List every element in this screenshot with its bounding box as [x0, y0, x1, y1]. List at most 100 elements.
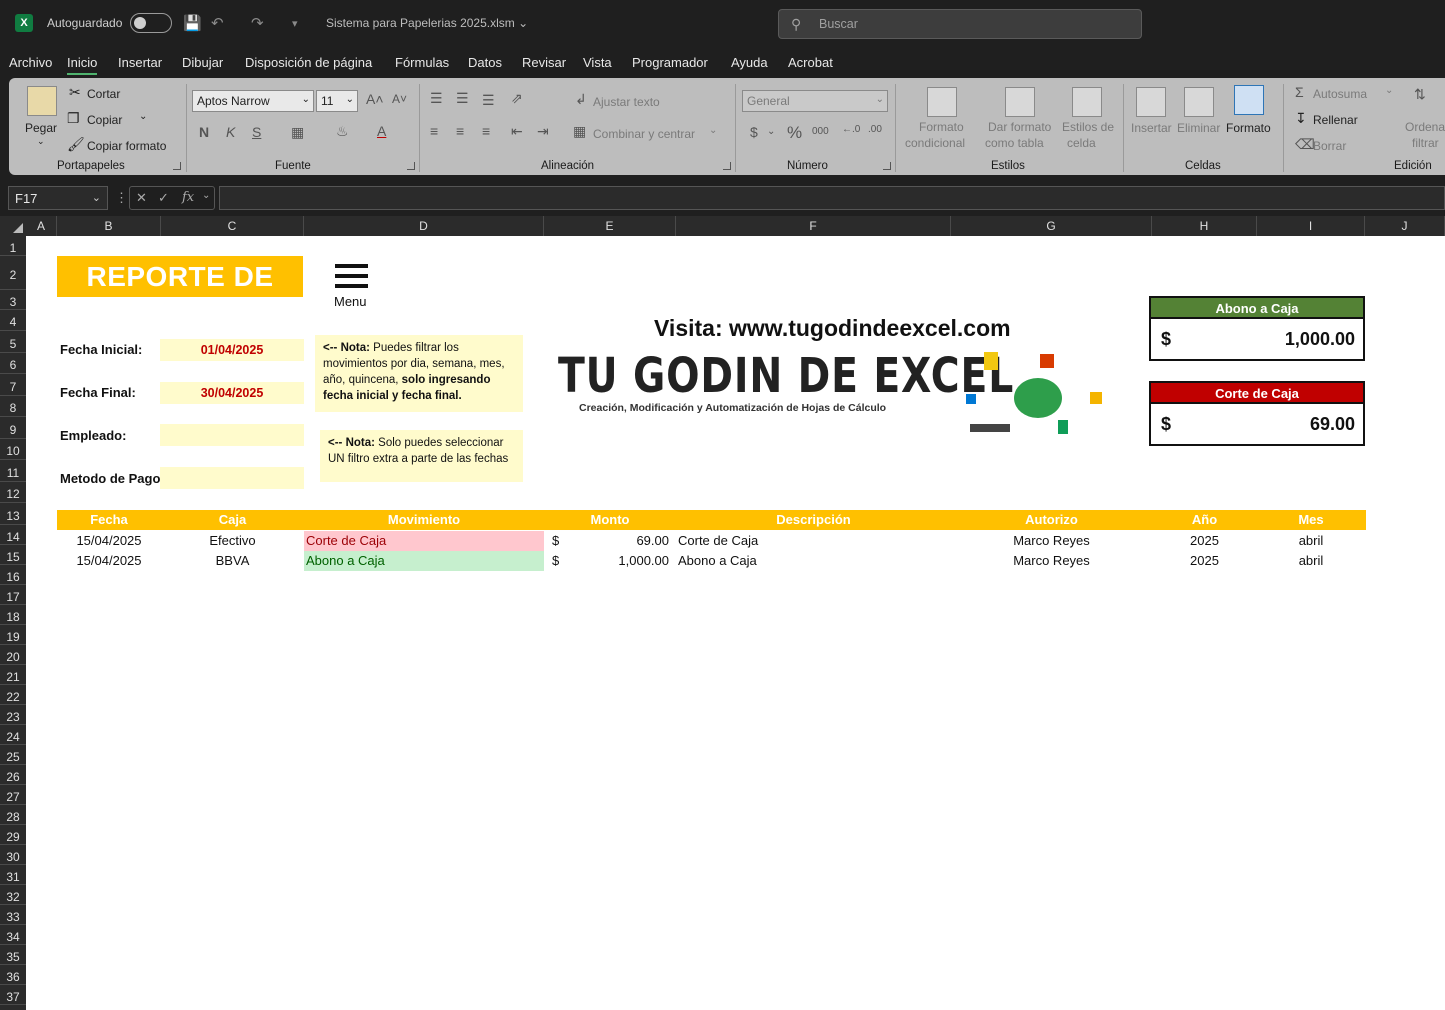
cancel-icon[interactable]: ✕: [136, 190, 147, 206]
orientation-icon[interactable]: ⇗: [511, 90, 523, 107]
row-header[interactable]: 32: [0, 885, 26, 905]
column-header[interactable]: F: [676, 216, 951, 236]
row-header[interactable]: 5: [0, 331, 26, 353]
column-header[interactable]: B: [57, 216, 161, 236]
cell-anio[interactable]: 2025: [1152, 551, 1257, 571]
increase-indent-icon[interactable]: ⇥: [537, 123, 549, 140]
row-header[interactable]: 27: [0, 785, 26, 805]
menu-icon[interactable]: [335, 264, 368, 294]
font-name-select[interactable]: Aptos Narrow ⌄: [192, 90, 314, 112]
row-header[interactable]: 15: [0, 545, 26, 565]
insert-cells-button[interactable]: Insertar: [1131, 121, 1172, 135]
copy-dropdown-icon[interactable]: ⌄: [139, 111, 147, 122]
row-header[interactable]: 4: [0, 310, 26, 331]
row-header[interactable]: 37: [0, 985, 26, 1005]
row-header[interactable]: 1: [0, 236, 26, 256]
row-header[interactable]: 35: [0, 945, 26, 965]
table-row[interactable]: 15/04/2025 BBVA Abono a Caja $ 1,000.00 …: [57, 551, 1366, 571]
copy-button[interactable]: Copiar: [87, 113, 122, 127]
customize-toolbar-icon[interactable]: ▾: [292, 17, 298, 30]
cell-autorizo[interactable]: Marco Reyes: [951, 531, 1152, 551]
decrease-indent-icon[interactable]: ⇤: [511, 123, 523, 140]
merge-dropdown-icon[interactable]: ⌄: [709, 125, 717, 136]
row-header[interactable]: 6: [0, 353, 26, 374]
cell-styles-icon[interactable]: [1072, 87, 1102, 117]
portapapeles-launcher-icon[interactable]: [173, 162, 181, 170]
align-right-icon[interactable]: ≡: [482, 123, 490, 139]
tab-programador[interactable]: Programador: [632, 55, 708, 70]
row-header[interactable]: 26: [0, 765, 26, 785]
th-monto[interactable]: Monto: [544, 510, 676, 530]
numero-launcher-icon[interactable]: [883, 162, 891, 170]
tab-datos[interactable]: Datos: [468, 55, 502, 70]
row-header[interactable]: 17: [0, 585, 26, 605]
sort-filter-label-1[interactable]: Ordena: [1405, 120, 1445, 134]
row-header[interactable]: 30: [0, 845, 26, 865]
column-header[interactable]: E: [544, 216, 676, 236]
insert-function-button[interactable]: fx: [182, 190, 194, 205]
font-size-select[interactable]: 11 ⌄: [316, 90, 358, 112]
tab-archivo[interactable]: Archivo: [9, 55, 52, 70]
table-row[interactable]: 15/04/2025 Efectivo Corte de Caja $ 69.0…: [57, 531, 1366, 551]
column-header[interactable]: G: [951, 216, 1152, 236]
row-header[interactable]: 36: [0, 965, 26, 985]
row-header[interactable]: 24: [0, 725, 26, 745]
underline-button[interactable]: S: [252, 124, 261, 140]
format-cells-button[interactable]: Formato: [1226, 121, 1271, 135]
row-header[interactable]: 34: [0, 925, 26, 945]
format-table-label-2[interactable]: como tabla: [985, 136, 1044, 150]
align-center-icon[interactable]: ≡: [456, 123, 464, 139]
thousands-button[interactable]: 000: [812, 126, 829, 137]
format-table-icon[interactable]: [1005, 87, 1035, 117]
tab-vista[interactable]: Vista: [583, 55, 612, 70]
enter-icon[interactable]: ✓: [158, 190, 169, 206]
shrink-font-icon[interactable]: A˅: [392, 92, 407, 106]
metodo-pago-input[interactable]: [160, 467, 304, 489]
format-painter-button[interactable]: Copiar formato: [87, 139, 166, 153]
italic-button[interactable]: K: [226, 124, 235, 140]
cell-autorizo[interactable]: Marco Reyes: [951, 551, 1152, 571]
row-header[interactable]: 33: [0, 905, 26, 925]
row-header[interactable]: 22: [0, 685, 26, 705]
row-header[interactable]: 31: [0, 865, 26, 885]
column-header[interactable]: C: [161, 216, 304, 236]
conditional-format-label-2[interactable]: condicional: [905, 136, 965, 150]
column-header[interactable]: A: [26, 216, 57, 236]
th-fecha[interactable]: Fecha: [57, 510, 161, 530]
formula-input[interactable]: [219, 186, 1445, 210]
row-header[interactable]: 28: [0, 805, 26, 825]
format-cells-icon[interactable]: [1234, 85, 1264, 115]
fill-color-icon[interactable]: ♨: [336, 123, 349, 140]
row-header[interactable]: 19: [0, 625, 26, 645]
insert-cells-icon[interactable]: [1136, 87, 1166, 117]
align-bottom-icon[interactable]: ☰: [482, 92, 495, 109]
decrease-decimal-icon[interactable]: .00: [868, 124, 882, 135]
cell-caja[interactable]: Efectivo: [161, 531, 304, 551]
name-box[interactable]: F17 ⌄: [8, 186, 108, 210]
sort-filter-icon[interactable]: ⇅: [1414, 86, 1426, 103]
fecha-final-input[interactable]: 30/04/2025: [160, 382, 304, 404]
tab-revisar[interactable]: Revisar: [522, 55, 566, 70]
search-box[interactable]: ⚲ Buscar: [778, 9, 1142, 39]
fx-dropdown-icon[interactable]: ⌄: [202, 190, 210, 201]
conditional-format-label-1[interactable]: Formato: [919, 120, 964, 134]
percent-button[interactable]: %: [787, 123, 802, 143]
row-header[interactable]: 20: [0, 645, 26, 665]
row-header[interactable]: 12: [0, 482, 26, 503]
font-color-icon[interactable]: A: [377, 123, 386, 139]
cell-movimiento[interactable]: Abono a Caja: [304, 551, 544, 571]
row-header[interactable]: 2: [0, 256, 26, 290]
cell-descripcion[interactable]: Abono a Caja: [678, 551, 951, 571]
column-header[interactable]: H: [1152, 216, 1257, 236]
file-name[interactable]: Sistema para Papelerias 2025.xlsm ⌄: [326, 16, 528, 30]
align-middle-icon[interactable]: ☰: [456, 90, 469, 107]
bold-button[interactable]: N: [199, 124, 209, 140]
align-left-icon[interactable]: ≡: [430, 123, 438, 139]
autosum-dropdown-icon[interactable]: ⌄: [1385, 85, 1393, 96]
column-header[interactable]: D: [304, 216, 544, 236]
tab-inicio[interactable]: Inicio: [67, 55, 98, 75]
th-mes[interactable]: Mes: [1257, 510, 1365, 530]
delete-cells-icon[interactable]: [1184, 87, 1214, 117]
grow-font-icon[interactable]: A˄: [366, 91, 384, 107]
th-movimiento[interactable]: Movimiento: [304, 510, 544, 530]
